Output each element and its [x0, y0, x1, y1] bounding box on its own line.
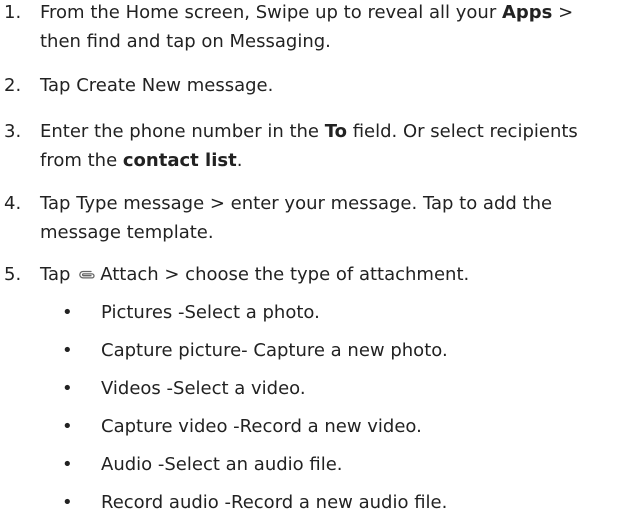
- step-1-text: From the Home screen, Swipe up to reveal…: [40, 2, 502, 23]
- step-number: 1.: [4, 2, 22, 23]
- step-3-text: Enter the phone number in the: [40, 121, 325, 142]
- step-3-text-2: from the: [40, 150, 123, 171]
- step-1-line-2: then find and tap on Messaging.: [40, 31, 331, 52]
- step-number: 5.: [4, 264, 22, 285]
- attachment-type-text: Pictures -Select a photo.: [101, 302, 320, 323]
- step-3-period: .: [236, 150, 243, 171]
- attachment-type-text: Capture video -Record a new video.: [101, 416, 422, 437]
- bullet: •: [62, 378, 73, 399]
- step-number: 3.: [4, 121, 22, 142]
- step-number: 2.: [4, 75, 22, 96]
- bullet: •: [62, 454, 73, 475]
- to-field-label: To: [324, 121, 347, 142]
- step-5-text: Tap Attach > choose the type of attachme…: [40, 262, 469, 290]
- step-3-line-1: Enter the phone number in the To field. …: [40, 119, 578, 145]
- step-5-text-end: Attach > choose the type of attachment.: [100, 264, 470, 285]
- bullet: •: [62, 492, 73, 513]
- attachment-type-text: Record audio -Record a new audio file.: [101, 492, 448, 513]
- attachment-type-text: Videos -Select a video.: [101, 378, 306, 399]
- step-5-text-start: Tap: [40, 264, 77, 285]
- step-2-text: Tap Create New message.: [40, 75, 274, 96]
- apps-label: Apps: [501, 2, 553, 23]
- bullet: •: [62, 302, 73, 323]
- paperclip-icon: [78, 264, 96, 290]
- step-4-line-2: message template.: [40, 222, 214, 243]
- step-1-line-1: From the Home screen, Swipe up to reveal…: [40, 0, 573, 26]
- contact-list-label: contact list: [122, 150, 237, 171]
- step-number: 4.: [4, 193, 22, 214]
- step-3-line-2: from the contact list.: [40, 148, 242, 174]
- bullet: •: [62, 416, 73, 437]
- step-3-text-end: field. Or select recipients: [346, 121, 578, 142]
- attachment-type-text: Audio -Select an audio file.: [101, 454, 343, 475]
- bullet: •: [62, 340, 73, 361]
- step-1-text-end: >: [552, 2, 574, 23]
- step-4-line-1: Tap Type message > enter your message. T…: [40, 193, 553, 214]
- attachment-type-text: Capture picture- Capture a new photo.: [101, 340, 448, 361]
